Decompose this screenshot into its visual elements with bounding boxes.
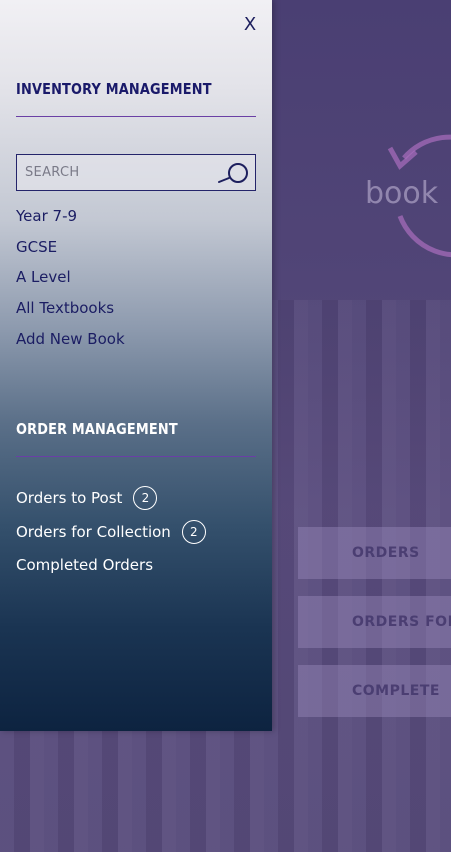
nav-item-gcse[interactable]: GCSE (16, 238, 57, 256)
order-section-title: ORDER MANAGEMENT (16, 420, 178, 438)
search-icon[interactable] (217, 162, 249, 184)
inventory-divider (16, 116, 256, 117)
count-badge: 2 (133, 486, 158, 510)
nav-item-completed-orders[interactable]: Completed Orders (16, 556, 153, 574)
order-divider (16, 456, 256, 457)
nav-item-add-new-book[interactable]: Add New Book (16, 330, 125, 348)
search-box (16, 154, 256, 191)
nav-item-orders-to-post[interactable]: Orders to Post 2 (16, 486, 158, 510)
logo-text: book (365, 176, 439, 211)
count-badge: 2 (181, 520, 206, 544)
search-input[interactable] (17, 155, 213, 190)
orders-to-post-tile[interactable]: ORDERS (298, 527, 451, 579)
nav-item-a-level[interactable]: A Level (16, 268, 71, 286)
inventory-section-title: INVENTORY MANAGEMENT (16, 80, 212, 98)
completed-orders-tile[interactable]: COMPLETE (298, 665, 451, 717)
nav-item-year-7-9[interactable]: Year 7-9 (16, 207, 77, 225)
orders-for-collection-tile[interactable]: ORDERS FOR (298, 596, 451, 648)
nav-item-label: Completed Orders (16, 556, 154, 574)
nav-item-orders-for-collection[interactable]: Orders for Collection 2 (16, 520, 206, 544)
nav-item-label: Orders for Collection (16, 523, 171, 541)
side-drawer: X INVENTORY MANAGEMENT Year 7-9 GCSE A L… (0, 0, 272, 731)
nav-item-label: Orders to Post (16, 489, 123, 507)
nav-item-all-textbooks[interactable]: All Textbooks (16, 299, 114, 317)
close-button[interactable]: X (242, 14, 258, 36)
